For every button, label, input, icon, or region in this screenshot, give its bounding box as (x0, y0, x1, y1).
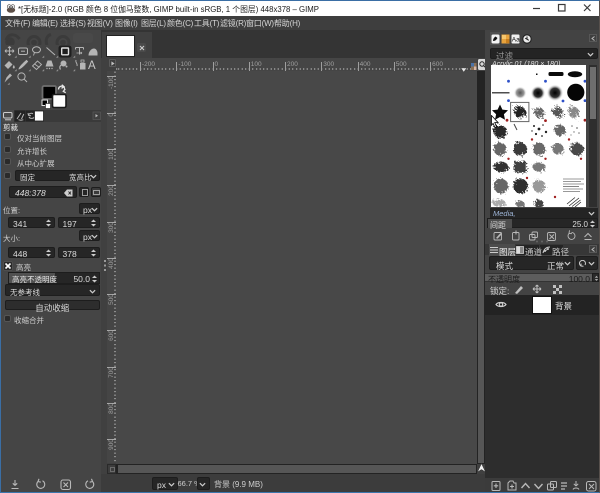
svg-text:A: A (88, 60, 96, 72)
svg-text:Aa: Aa (512, 36, 520, 43)
